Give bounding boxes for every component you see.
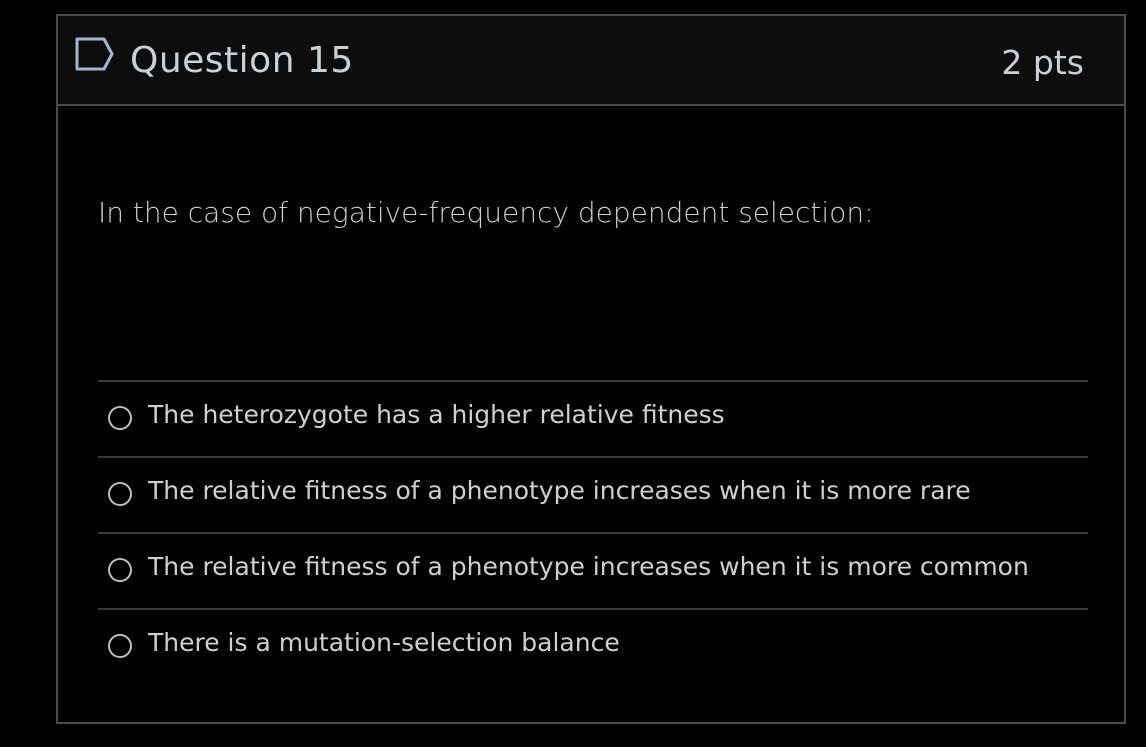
- radio-button[interactable]: [108, 482, 132, 506]
- question-points: 2 pts: [1001, 43, 1084, 82]
- answer-option[interactable]: The relative fitness of a phenotype incr…: [98, 532, 1088, 608]
- answer-label: The heterozygote has a higher relative f…: [148, 400, 725, 429]
- answer-option[interactable]: The heterozygote has a higher relative f…: [98, 380, 1088, 456]
- answer-list: The heterozygote has a higher relative f…: [98, 380, 1088, 684]
- question-card: Question 15 2 pts In the case of negativ…: [56, 14, 1126, 724]
- answer-option[interactable]: The relative fitness of a phenotype incr…: [98, 456, 1088, 532]
- question-header: Question 15 2 pts: [58, 16, 1124, 106]
- answer-label: The relative fitness of a phenotype incr…: [148, 476, 971, 505]
- flag-question-icon[interactable]: [74, 36, 116, 72]
- answer-option[interactable]: There is a mutation-selection balance: [98, 608, 1088, 684]
- answer-label: The relative fitness of a phenotype incr…: [148, 552, 1029, 581]
- answer-label: There is a mutation-selection balance: [148, 628, 620, 657]
- radio-button[interactable]: [108, 406, 132, 430]
- radio-button[interactable]: [108, 558, 132, 582]
- radio-button[interactable]: [108, 634, 132, 658]
- question-prompt: In the case of negative-frequency depend…: [98, 196, 874, 229]
- question-title: Question 15: [130, 40, 354, 81]
